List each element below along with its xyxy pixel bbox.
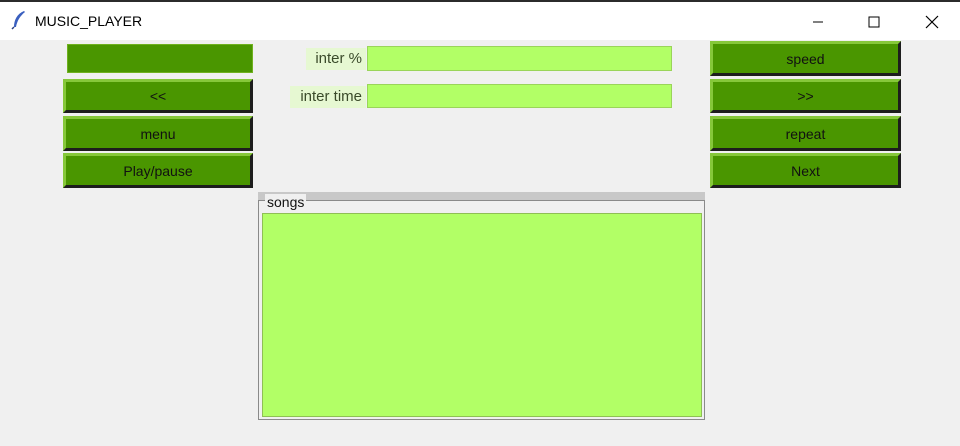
close-icon: [925, 15, 939, 29]
minimize-icon: [813, 21, 823, 23]
forward-button[interactable]: >>: [710, 79, 901, 113]
minimize-button[interactable]: [795, 4, 841, 40]
maximize-button[interactable]: [851, 4, 897, 40]
inter-time-label: inter time: [290, 86, 366, 108]
feather-icon: [10, 10, 28, 30]
title-bar: MUSIC_PLAYER: [0, 0, 960, 40]
inter-percent-input[interactable]: [367, 46, 672, 71]
previous-button[interactable]: <<: [63, 79, 253, 113]
next-button[interactable]: Next: [710, 153, 901, 188]
speed-button[interactable]: speed: [710, 41, 901, 76]
songs-listbox[interactable]: [262, 213, 702, 417]
repeat-button[interactable]: repeat: [710, 116, 901, 151]
close-button[interactable]: [909, 4, 955, 40]
blank-green-panel: [67, 44, 253, 73]
menu-button[interactable]: menu: [63, 116, 253, 151]
inter-time-input[interactable]: [367, 84, 672, 108]
window-title: MUSIC_PLAYER: [35, 13, 143, 29]
songs-frame-top-strip: [258, 192, 705, 200]
maximize-icon: [868, 16, 880, 28]
songs-legend: songs: [265, 194, 307, 210]
play-pause-button[interactable]: Play/pause: [63, 153, 253, 188]
inter-percent-label: inter %: [306, 48, 366, 70]
